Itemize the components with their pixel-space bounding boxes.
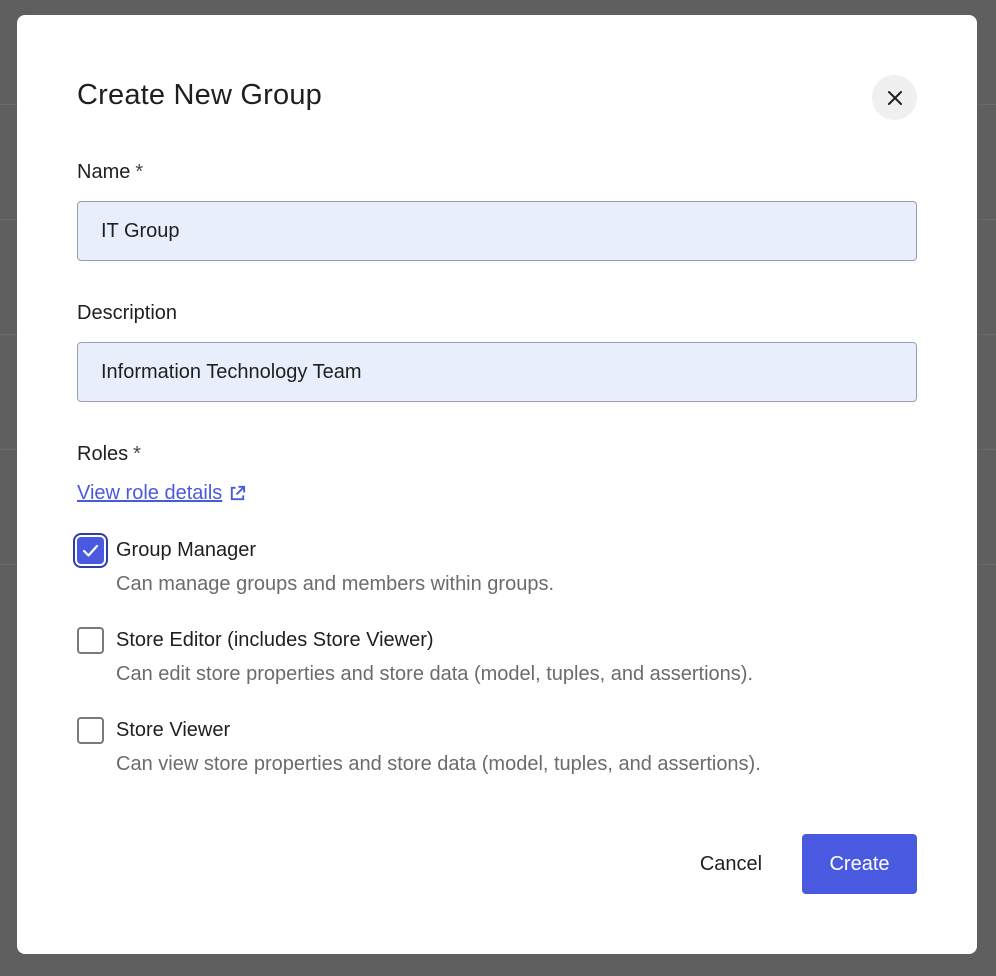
description-input[interactable]	[77, 342, 917, 402]
description-label: Description	[77, 302, 178, 324]
external-link-icon	[228, 484, 247, 503]
role-name: Store Viewer	[116, 719, 231, 741]
view-role-details-text: View role details	[77, 482, 223, 504]
store-viewer-checkbox[interactable]	[77, 717, 104, 744]
role-description: Can manage groups and members within gro…	[116, 573, 555, 595]
roles-label: Roles *	[77, 443, 141, 466]
role-name: Group Manager	[116, 539, 257, 561]
name-label-text: Name	[77, 161, 131, 183]
name-input[interactable]	[77, 201, 917, 261]
checkmark-icon	[82, 544, 99, 557]
roles-label-text: Roles	[77, 443, 129, 465]
role-description: Can edit store properties and store data…	[116, 663, 754, 685]
required-mark: *	[135, 161, 144, 183]
create-group-dialog: Create New Group Name* Description Roles…	[17, 15, 977, 954]
name-label: Name *	[77, 161, 143, 184]
dialog-title: Create New Group	[77, 79, 322, 111]
store-editor-checkbox[interactable]	[77, 627, 104, 654]
role-name: Store Editor (includes Store Viewer)	[116, 629, 434, 651]
cancel-button[interactable]: Cancel	[677, 834, 785, 894]
group-manager-checkbox[interactable]	[77, 537, 104, 564]
close-button[interactable]	[872, 75, 917, 120]
create-button[interactable]: Create	[802, 834, 917, 894]
close-icon	[887, 90, 902, 105]
view-role-details-link[interactable]: View role details	[77, 482, 247, 505]
required-mark: *	[133, 443, 141, 465]
role-description: Can view store properties and store data…	[116, 753, 761, 775]
